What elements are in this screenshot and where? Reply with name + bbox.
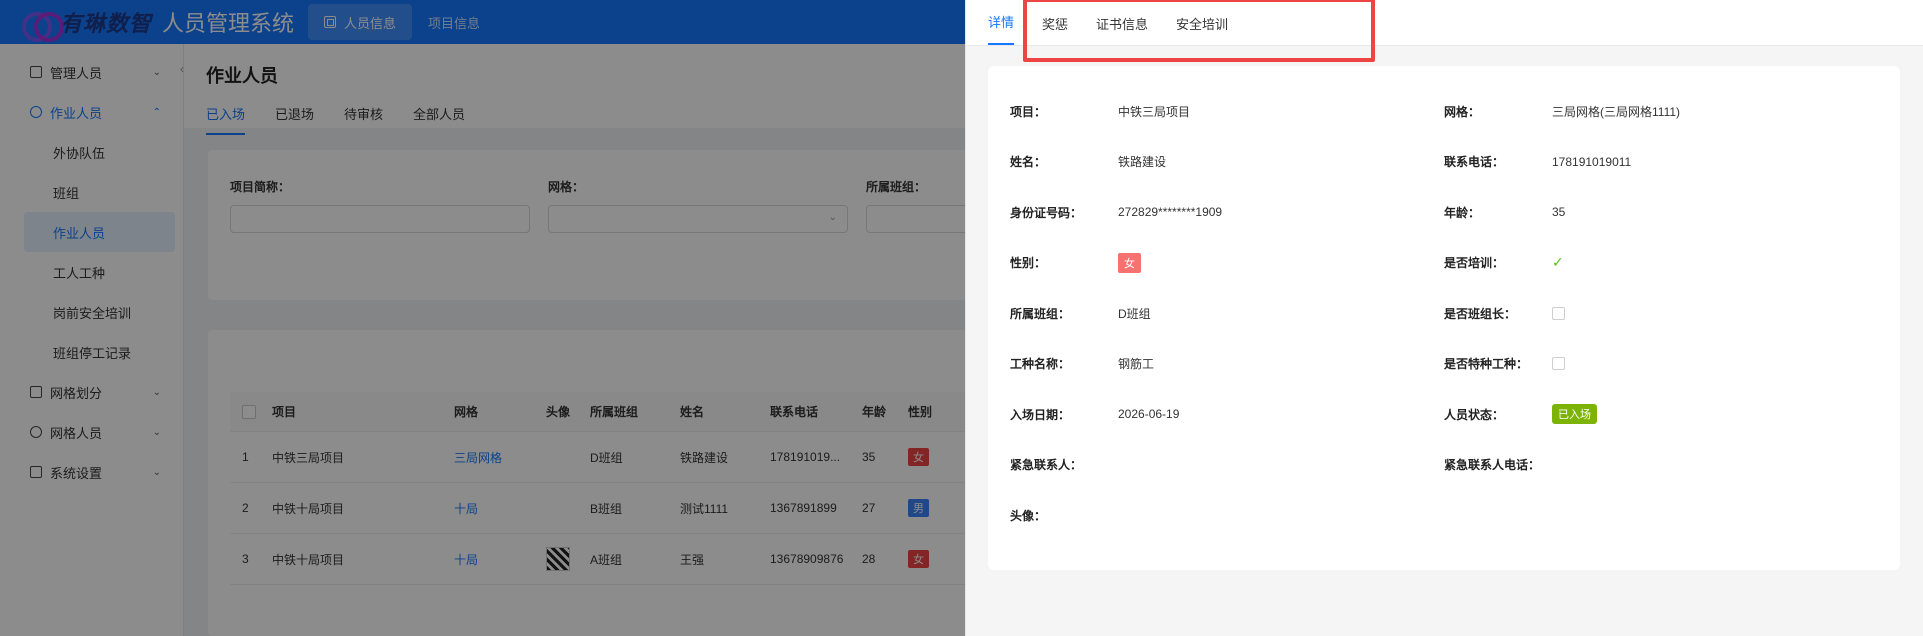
field-label: 紧急联系人电话：	[1444, 458, 1541, 473]
field-gender: 性别： 女	[1010, 238, 1444, 289]
field-status: 人员状态： 已入场	[1444, 389, 1878, 440]
field-value: 178191019011	[1552, 154, 1632, 169]
field-label: 性别：	[1010, 256, 1047, 271]
field-label: 是否培训：	[1444, 256, 1505, 271]
status-badge: 已入场	[1552, 404, 1597, 425]
field-label: 年龄：	[1444, 205, 1481, 220]
detail-drawer: 详情 奖惩 证书信息 安全培训 项目： 中铁三局项目 网格： 三局网格(三局网格…	[965, 0, 1923, 636]
field-label: 人员状态：	[1444, 407, 1505, 422]
drawer-tabs: 详情 奖惩 证书信息 安全培训	[966, 0, 1923, 62]
field-value: D班组	[1118, 306, 1151, 321]
field-label: 工种名称：	[1010, 357, 1071, 372]
field-label: 项目：	[1010, 104, 1047, 119]
field-label: 头像：	[1010, 508, 1047, 523]
field-avatar: 头像：	[1010, 490, 1444, 541]
field-age: 年龄： 35	[1444, 187, 1878, 238]
detail-card: 项目： 中铁三局项目 网格： 三局网格(三局网格1111) 姓名： 铁路建设 联…	[988, 66, 1900, 570]
tab-details[interactable]: 详情	[988, 12, 1015, 45]
field-team-leader: 是否班组长：	[1444, 288, 1878, 339]
trade-link[interactable]: 钢筋工	[1118, 355, 1154, 372]
field-value: 2026-06-19	[1118, 407, 1180, 422]
app-root: 有琳数智 人员管理系统 人员信息 项目信息 管理人员 ⌄ 作业人员 ⌃ 外协队伍…	[0, 0, 1923, 636]
field-label: 紧急联系人：	[1010, 458, 1083, 473]
field-project: 项目： 中铁三局项目	[1010, 86, 1444, 137]
field-value: 35	[1552, 205, 1566, 220]
field-value: 三局网格(三局网格1111)	[1552, 104, 1681, 119]
highlight-annotation-box	[1023, 0, 1375, 62]
detail-fields: 项目： 中铁三局项目 网格： 三局网格(三局网格1111) 姓名： 铁路建设 联…	[1010, 86, 1878, 541]
field-value: 铁路建设	[1118, 155, 1167, 170]
field-phone: 联系电话： 178191019011	[1444, 137, 1878, 188]
field-value: 中铁三局项目	[1118, 104, 1191, 119]
field-emergency-phone: 紧急联系人电话：	[1444, 440, 1878, 491]
field-trade: 工种名称： 钢筋工	[1010, 339, 1444, 390]
field-team: 所属班组： D班组	[1010, 288, 1444, 339]
field-label: 是否特种工种：	[1444, 357, 1529, 372]
field-label: 联系电话：	[1444, 155, 1505, 170]
field-grid: 网格： 三局网格(三局网格1111)	[1444, 86, 1878, 137]
field-emergency-contact: 紧急联系人：	[1010, 440, 1444, 491]
field-trained: 是否培训： ✓	[1444, 238, 1878, 289]
field-entry-date: 入场日期： 2026-06-19	[1010, 389, 1444, 440]
gender-tag: 女	[1118, 252, 1141, 273]
field-name: 姓名： 铁路建设	[1010, 137, 1444, 188]
field-label: 是否班组长：	[1444, 306, 1517, 321]
field-label: 姓名：	[1010, 155, 1047, 170]
special-trade-checkbox	[1552, 357, 1565, 371]
team-leader-checkbox	[1552, 306, 1565, 320]
field-special-trade: 是否特种工种：	[1444, 339, 1878, 390]
field-label: 入场日期：	[1010, 407, 1071, 422]
field-label: 网格：	[1444, 104, 1481, 119]
field-label: 身份证号码：	[1010, 205, 1083, 220]
field-id-number: 身份证号码： 272829********1909	[1010, 187, 1444, 238]
drawer-mask-overlay[interactable]	[0, 0, 965, 636]
field-value: 272829********1909	[1118, 205, 1223, 220]
field-label: 所属班组：	[1010, 306, 1071, 321]
check-icon: ✓	[1552, 254, 1564, 271]
